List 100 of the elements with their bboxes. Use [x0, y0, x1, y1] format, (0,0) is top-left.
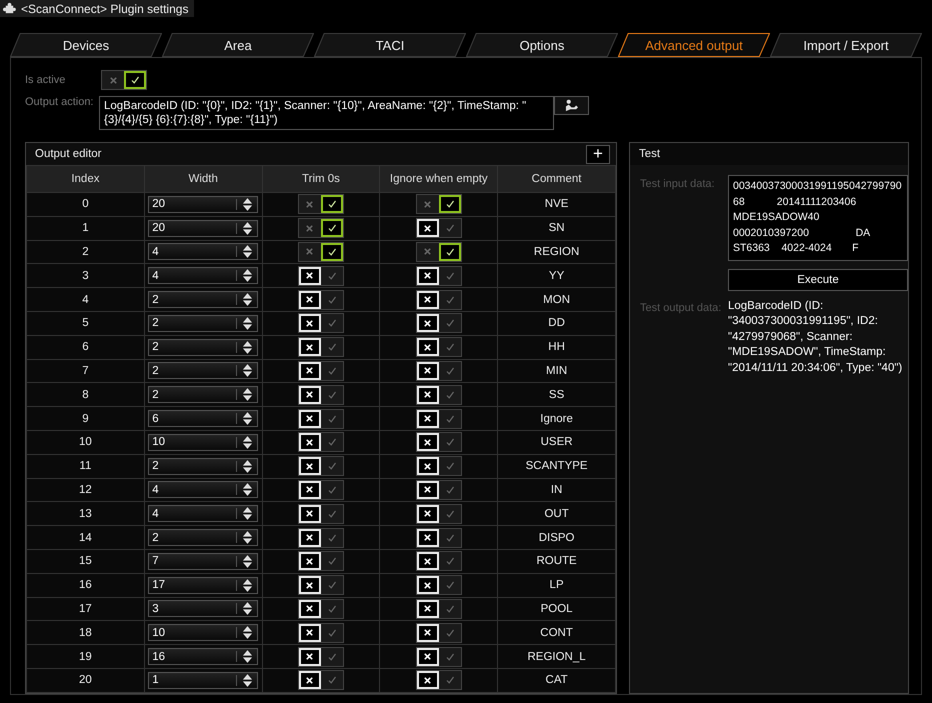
toggle-switch[interactable]: [416, 528, 462, 548]
output-action-field[interactable]: LogBarcodeID (ID: "{0}", ID2: "{1}", Scanner: "{10}", AreaName: "{2}", TimeStamp: "{3}/{4}/{5} {6}:{7}:{8}", Type: "{11}"): [99, 96, 554, 130]
spinner-arrows-icon[interactable]: [242, 482, 254, 498]
toggle-switch[interactable]: [298, 480, 344, 500]
toggle-switch[interactable]: [416, 384, 462, 405]
toggle-switch[interactable]: [298, 242, 344, 262]
spinner-arrows-icon[interactable]: [242, 244, 254, 260]
toggle-switch[interactable]: [298, 622, 344, 643]
check-icon: [444, 508, 455, 519]
width-spinner[interactable]: 2: [148, 458, 258, 475]
toggle-switch[interactable]: [416, 194, 462, 214]
width-spinner[interactable]: 17: [148, 576, 258, 594]
spinner-arrows-icon[interactable]: [242, 220, 254, 236]
toggle-switch[interactable]: [298, 266, 344, 286]
tab[interactable]: Advanced output: [618, 33, 770, 57]
toggle-switch[interactable]: [298, 598, 344, 619]
width-spinner[interactable]: 3: [148, 600, 258, 618]
width-spinner[interactable]: 10: [148, 624, 258, 642]
toggle-switch[interactable]: [298, 194, 344, 214]
toggle-switch[interactable]: [298, 456, 344, 476]
width-spinner[interactable]: 20: [148, 196, 258, 213]
tab[interactable]: Area: [162, 33, 314, 57]
toggle-switch[interactable]: [416, 480, 462, 500]
width-spinner[interactable]: 2: [148, 314, 258, 332]
width-spinner[interactable]: 20: [148, 220, 258, 237]
spinner-arrows-icon[interactable]: [242, 340, 254, 355]
execute-button[interactable]: Execute: [728, 268, 908, 290]
toggle-switch[interactable]: [298, 432, 344, 452]
add-button[interactable]: +: [586, 144, 610, 164]
toggle-switch[interactable]: [416, 360, 462, 381]
toggle-switch[interactable]: [416, 218, 462, 238]
toggle-switch[interactable]: [101, 70, 147, 90]
width-spinner[interactable]: 1: [148, 672, 258, 689]
spinner-arrows-icon[interactable]: [242, 363, 254, 378]
width-spinner[interactable]: 4: [148, 481, 258, 498]
check-icon: [444, 437, 455, 448]
width-spinner[interactable]: 16: [148, 648, 258, 666]
spinner-arrows-icon[interactable]: [242, 506, 254, 522]
toggle-switch[interactable]: [298, 290, 344, 310]
toggle-switch[interactable]: [298, 504, 344, 524]
toggle-switch[interactable]: [298, 360, 344, 381]
toggle-switch[interactable]: [416, 456, 462, 476]
tab[interactable]: TACI: [314, 33, 466, 57]
toggle-switch[interactable]: [298, 646, 344, 667]
check-icon: [444, 390, 455, 400]
width-spinner[interactable]: 4: [148, 505, 258, 522]
tab[interactable]: Devices: [10, 33, 162, 57]
spinner-arrows-icon[interactable]: [242, 268, 254, 284]
width-spinner[interactable]: 10: [148, 434, 258, 451]
toggle-switch[interactable]: [416, 646, 462, 667]
toggle-switch[interactable]: [416, 622, 462, 643]
width-spinner[interactable]: 6: [148, 410, 258, 428]
toggle-switch[interactable]: [298, 575, 344, 596]
toggle-switch[interactable]: [298, 384, 344, 405]
spinner-arrows-icon[interactable]: [242, 458, 254, 474]
spinner-arrows-icon[interactable]: [242, 387, 254, 402]
toggle-switch[interactable]: [298, 218, 344, 238]
spinner-arrows-icon[interactable]: [242, 292, 254, 308]
toggle-switch[interactable]: [298, 528, 344, 548]
toggle-switch[interactable]: [416, 598, 462, 619]
toggle-switch[interactable]: [298, 551, 344, 572]
field-label: Is active: [25, 74, 66, 86]
tab[interactable]: Import / Export: [770, 33, 922, 57]
width-spinner[interactable]: 2: [148, 529, 258, 546]
tool-button[interactable]: [554, 96, 589, 115]
width-spinner[interactable]: 4: [148, 267, 258, 284]
toggle-switch[interactable]: [416, 337, 462, 358]
toggle-switch[interactable]: [298, 337, 344, 358]
toggle-switch[interactable]: [416, 504, 462, 524]
toggle-switch[interactable]: [298, 670, 344, 690]
spinner-arrows-icon[interactable]: [242, 672, 254, 688]
width-spinner[interactable]: 2: [148, 362, 258, 380]
test-input-field[interactable]: 00340037300031991195042799790 68 20141111203406 MDE19SADOW40 0002010397200 DA ST6363 4022-4024 F: [728, 175, 908, 260]
spinner-arrows-icon[interactable]: [242, 316, 254, 331]
toggle-switch[interactable]: [416, 266, 462, 286]
width-spinner[interactable]: 7: [148, 552, 258, 570]
width-spinner[interactable]: 4: [148, 243, 258, 260]
spinner-arrows-icon[interactable]: [242, 434, 254, 450]
spinner-arrows-icon[interactable]: [242, 411, 254, 426]
spinner-arrows-icon[interactable]: [242, 625, 254, 640]
spinner-arrows-icon[interactable]: [242, 649, 254, 664]
toggle-switch[interactable]: [416, 242, 462, 262]
width-spinner[interactable]: 2: [148, 291, 258, 308]
spinner-arrows-icon[interactable]: [242, 196, 254, 212]
toggle-switch[interactable]: [416, 408, 462, 429]
spinner-arrows-icon[interactable]: [242, 601, 254, 616]
toggle-switch[interactable]: [416, 432, 462, 452]
spinner-arrows-icon[interactable]: [242, 530, 254, 546]
width-spinner[interactable]: 2: [148, 338, 258, 356]
toggle-switch[interactable]: [416, 551, 462, 572]
toggle-switch[interactable]: [416, 290, 462, 310]
toggle-switch[interactable]: [416, 575, 462, 596]
toggle-switch[interactable]: [298, 313, 344, 334]
toggle-switch[interactable]: [298, 408, 344, 429]
toggle-switch[interactable]: [416, 670, 462, 690]
toggle-switch[interactable]: [416, 313, 462, 334]
spinner-arrows-icon[interactable]: [242, 578, 254, 593]
tab[interactable]: Options: [466, 33, 618, 57]
width-spinner[interactable]: 2: [148, 386, 258, 404]
spinner-arrows-icon[interactable]: [242, 554, 254, 569]
